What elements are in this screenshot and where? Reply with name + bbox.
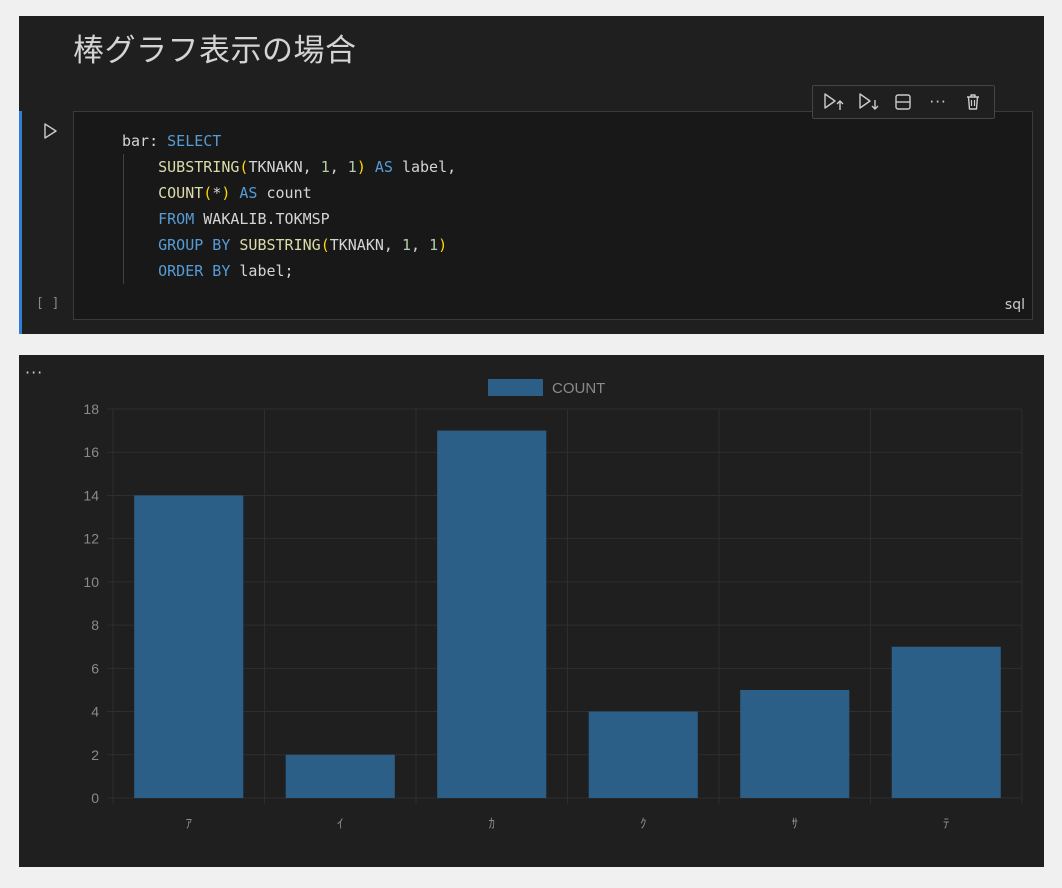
code-token: TKNAKN, — [248, 158, 321, 176]
run-below-button[interactable] — [857, 90, 881, 114]
code-token: ( — [320, 236, 330, 254]
y-tick-label: 16 — [83, 444, 99, 460]
code-line: bar: SELECT — [122, 128, 456, 154]
run-above-icon — [824, 93, 844, 110]
code-token: bar: — [122, 132, 168, 150]
bar — [740, 689, 850, 798]
code-line: SUBSTRING(TKNAKN, 1, 1) AS label, — [122, 154, 456, 180]
code-editor[interactable]: bar: SELECT SUBSTRING(TKNAKN, 1, 1) AS l… — [73, 111, 1033, 320]
code-token: 1 — [401, 236, 411, 254]
x-tick-label: ｲ — [337, 817, 344, 832]
x-tick-label: ｱ — [186, 817, 193, 832]
cell-toolbar: ··· — [812, 85, 995, 119]
execution-count: [ ] — [36, 296, 60, 311]
code-token: 1 — [429, 236, 439, 254]
y-tick-label: 14 — [83, 487, 99, 503]
x-tick-label: ﾃ — [943, 817, 950, 832]
x-tick-label: ｸ — [640, 817, 647, 832]
bar — [588, 711, 698, 798]
code-token: label, — [392, 158, 457, 176]
run-below-icon — [859, 93, 879, 110]
code-token: FROM — [158, 210, 195, 228]
code-token: 1 — [347, 158, 357, 176]
y-tick-label: 8 — [91, 617, 99, 633]
code-line: COUNT(*) AS count — [122, 180, 456, 206]
y-tick-label: 4 — [91, 704, 99, 720]
x-tick-label: ｶ — [489, 817, 496, 832]
code-token: ) — [438, 236, 448, 254]
delete-cell-button[interactable] — [961, 90, 985, 114]
code-token: , — [329, 158, 348, 176]
code-token: GROUP BY — [158, 236, 231, 254]
notebook-panel: 棒グラフ表示の場合 [ ] bar: SELECT SUBSTRING(TKNA… — [19, 16, 1044, 334]
code-token: WAKALIB.TOKMSP — [194, 210, 330, 228]
output-panel: 0 2 4 6 8 10 12 14 16 18 ｱ ｲ ｶ ｸ ｻ ﾃ COUNT ··· — [19, 355, 1044, 867]
bar-chart: 0 2 4 6 8 10 12 14 16 18 ｱ ｲ ｶ ｸ ｻ ﾃ COUNT — [83, 379, 1023, 832]
markdown-heading: 棒グラフ表示の場合 — [73, 33, 357, 69]
code-token: TKNAKN, — [329, 236, 402, 254]
y-tick-label: 10 — [83, 574, 99, 590]
run-above-button[interactable] — [822, 90, 846, 114]
bar — [134, 495, 244, 798]
more-actions-button[interactable]: ··· — [926, 90, 950, 114]
bar — [285, 754, 395, 798]
y-tick-label: 18 — [83, 401, 99, 417]
code-line: FROM WAKALIB.TOKMSP — [122, 206, 456, 232]
split-cell-icon — [895, 94, 912, 110]
code-token: , — [411, 236, 430, 254]
y-tick-label: 0 — [91, 790, 99, 806]
code-token: AS — [374, 158, 393, 176]
y-tick-label: 2 — [91, 747, 99, 763]
legend-swatch — [488, 379, 543, 396]
language-selector[interactable]: sql — [1005, 297, 1025, 313]
cell-focus-indicator — [19, 111, 22, 334]
code-line: GROUP BY SUBSTRING(TKNAKN, 1, 1) — [122, 232, 456, 258]
bar — [437, 430, 547, 798]
y-tick-label: 6 — [91, 660, 99, 676]
x-tick-label: ｻ — [792, 817, 799, 832]
code-token: count — [257, 184, 312, 202]
code-token: * — [212, 184, 222, 202]
code-token: ORDER BY — [158, 262, 231, 280]
more-icon: ··· — [929, 93, 947, 111]
legend-label: COUNT — [552, 380, 605, 397]
code-token: SUBSTRING — [239, 236, 321, 254]
code-token: 1 — [320, 158, 330, 176]
bar — [891, 646, 1001, 798]
y-tick-label: 12 — [83, 531, 99, 547]
code-token: SELECT — [167, 132, 222, 150]
delete-icon — [966, 94, 979, 110]
code-token: SUBSTRING — [158, 158, 240, 176]
run-cell-button[interactable] — [41, 122, 59, 140]
code-token: ( — [203, 184, 213, 202]
code-token: AS — [239, 184, 258, 202]
play-icon — [44, 123, 57, 139]
split-cell-button[interactable] — [891, 90, 915, 114]
code-line: ORDER BY label; — [122, 258, 456, 284]
output-more-button[interactable]: ··· — [25, 365, 43, 381]
code-token: COUNT — [158, 184, 204, 202]
code-text[interactable]: bar: SELECT SUBSTRING(TKNAKN, 1, 1) AS l… — [122, 128, 456, 284]
code-token: label; — [230, 262, 294, 280]
code-token: ) — [356, 158, 366, 176]
